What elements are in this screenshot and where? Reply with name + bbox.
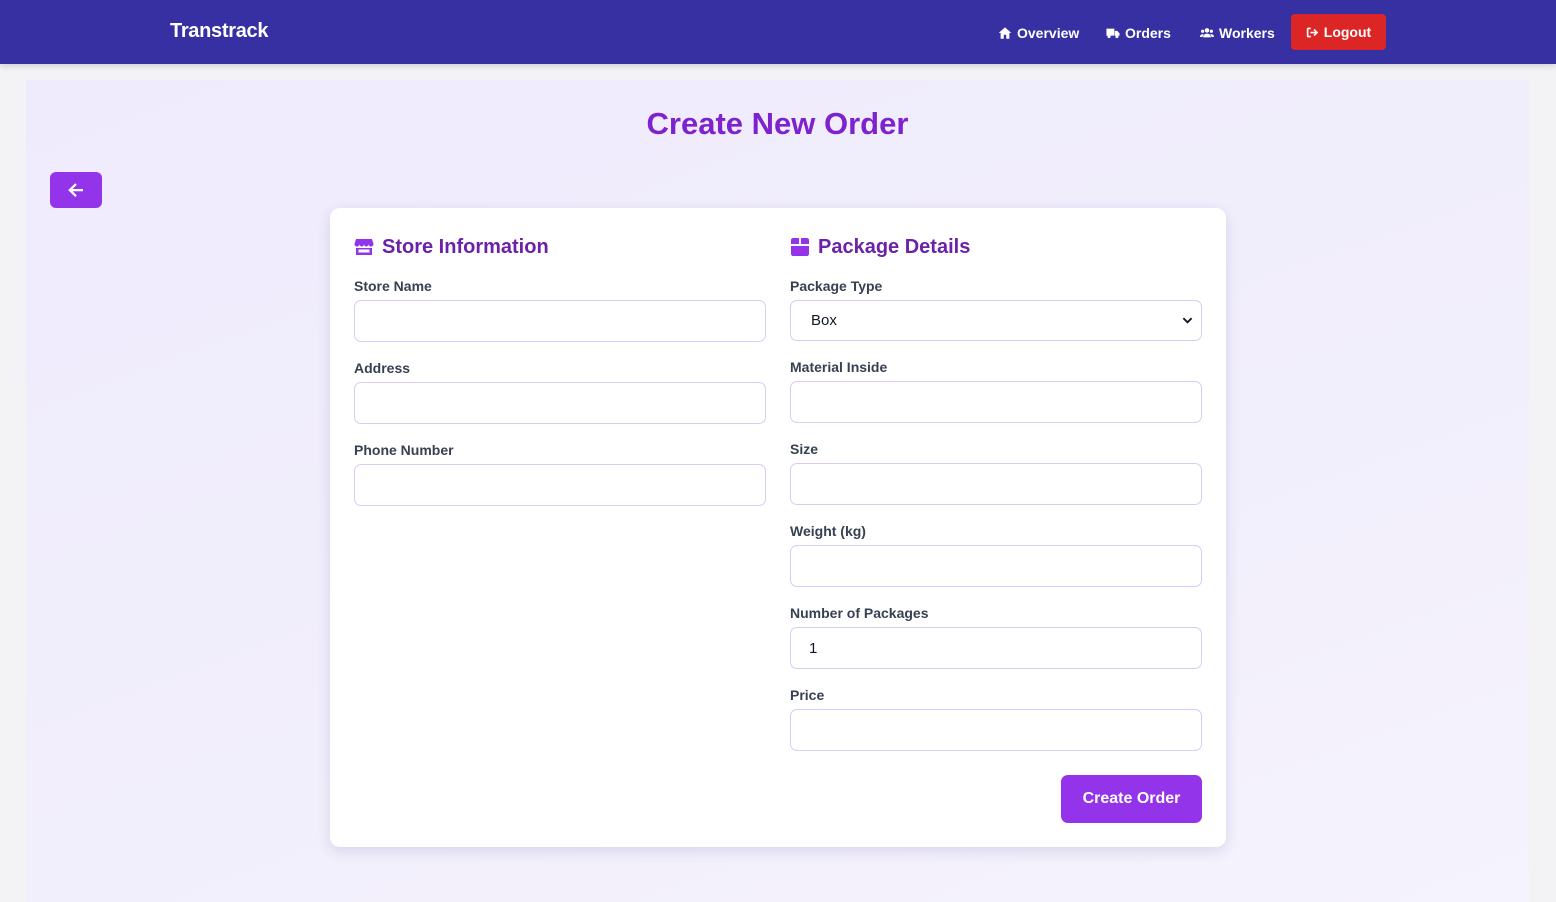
store-name-label: Store Name — [354, 278, 432, 294]
logout-button[interactable]: Logout — [1291, 14, 1386, 50]
price-input[interactable] — [790, 709, 1202, 751]
page-title: Create New Order — [646, 106, 909, 141]
weight-label: Weight (kg) — [790, 523, 866, 539]
top-navbar: Transtrack Overview Orders Workers Logou… — [0, 0, 1556, 64]
store-icon — [354, 239, 374, 255]
price-label: Price — [790, 687, 825, 703]
nav-orders-label: Orders — [1125, 25, 1171, 41]
phone-label: Phone Number — [354, 442, 454, 458]
size-input[interactable] — [790, 463, 1202, 505]
nav-workers-label: Workers — [1219, 25, 1275, 41]
users-icon — [1200, 28, 1214, 38]
back-button[interactable] — [50, 172, 102, 208]
logout-label: Logout — [1323, 24, 1372, 40]
phone-input[interactable] — [354, 464, 766, 506]
package-count-label: Number of Packages — [790, 605, 929, 621]
box-icon — [791, 238, 809, 256]
order-form-card: Store Information Store Name Address Pho… — [330, 208, 1226, 847]
truck-icon — [1106, 28, 1120, 39]
package-type-select[interactable]: Box — [790, 300, 1202, 341]
store-info-title: Store Information — [382, 235, 549, 258]
weight-input[interactable] — [790, 545, 1202, 587]
address-input[interactable] — [354, 382, 766, 424]
chevron-down-icon — [1182, 317, 1193, 324]
home-icon — [998, 27, 1012, 39]
size-label: Size — [790, 441, 819, 457]
nav-overview-label: Overview — [1017, 25, 1080, 41]
package-details-title: Package Details — [818, 235, 971, 258]
package-count-input[interactable] — [790, 627, 1202, 669]
store-name-input[interactable] — [354, 300, 766, 342]
main-content: Create New Order Store Information Store… — [26, 80, 1529, 902]
nav-overview[interactable]: Overview — [998, 24, 1079, 42]
create-order-button[interactable]: Create Order — [1061, 775, 1202, 823]
sign-out-icon — [1306, 27, 1318, 37]
brand-logo[interactable]: Transtrack — [170, 20, 268, 43]
nav-workers[interactable]: Workers — [1200, 24, 1275, 42]
address-label: Address — [354, 360, 411, 376]
package-type-label: Package Type — [790, 278, 883, 294]
nav-orders[interactable]: Orders — [1106, 24, 1171, 42]
arrow-left-icon — [68, 183, 83, 197]
package-type-value: Box — [811, 312, 837, 329]
material-input[interactable] — [790, 381, 1202, 423]
material-label: Material Inside — [790, 359, 888, 375]
package-details-heading: Package Details — [790, 234, 970, 260]
store-info-heading: Store Information — [354, 234, 549, 260]
